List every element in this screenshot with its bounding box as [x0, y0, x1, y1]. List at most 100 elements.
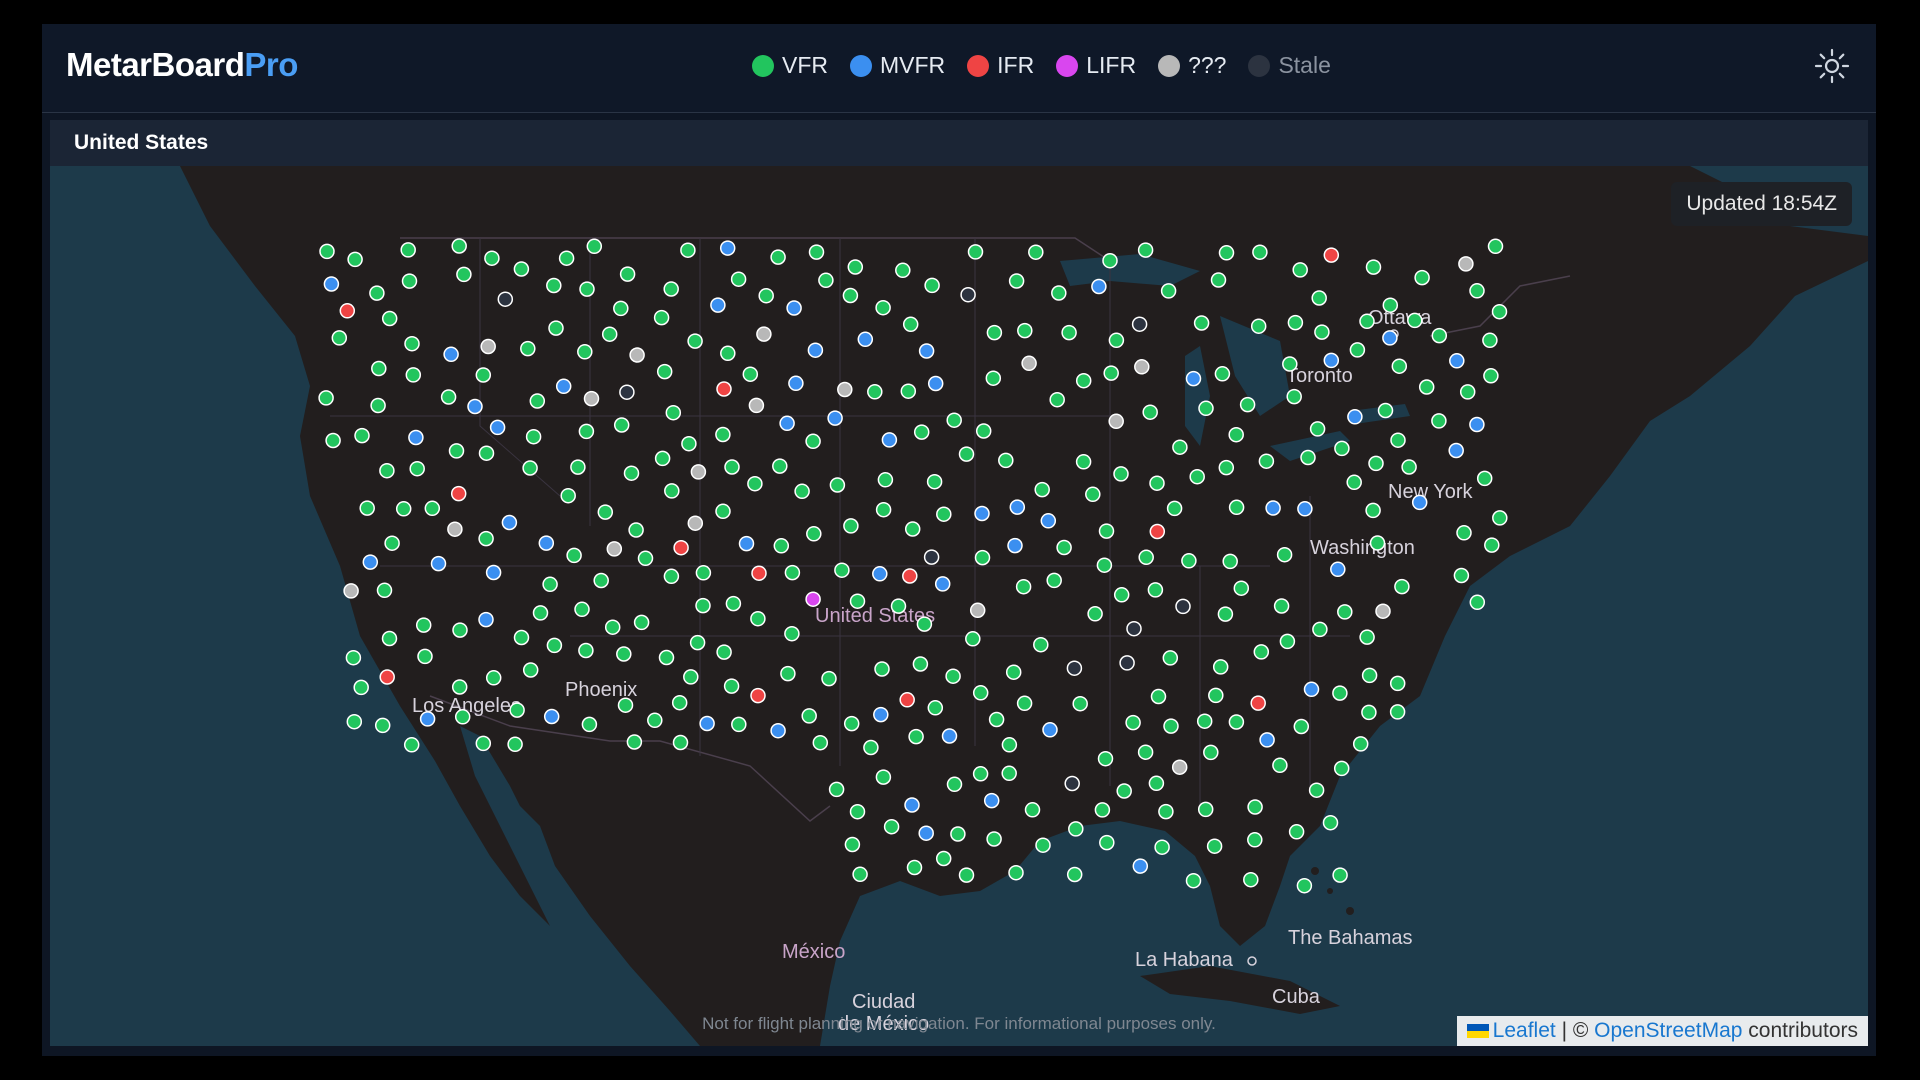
station-marker-vfr[interactable] — [1046, 572, 1062, 589]
map-view[interactable]: Ottawa Toronto New York Washington Unite… — [50, 166, 1868, 1046]
station-marker-vfr[interactable] — [331, 330, 348, 346]
station-marker-ifr[interactable] — [1323, 247, 1340, 263]
station-marker-vfr[interactable] — [1469, 594, 1486, 611]
station-marker-vfr[interactable] — [384, 535, 400, 551]
station-marker-vfr[interactable] — [1208, 687, 1224, 704]
station-marker-vfr[interactable] — [325, 432, 341, 449]
station-marker-vfr[interactable] — [404, 335, 420, 352]
station-marker-vfr[interactable] — [1407, 312, 1423, 329]
station-marker-vfr[interactable] — [828, 781, 845, 798]
station-marker-vfr[interactable] — [715, 503, 731, 520]
station-marker-vfr[interactable] — [695, 565, 712, 581]
station-marker-vfr[interactable] — [1198, 400, 1214, 417]
station-marker-vfr[interactable] — [986, 324, 1003, 341]
station-marker-vfr[interactable] — [1453, 567, 1470, 584]
station-marker-vfr[interactable] — [1252, 244, 1268, 260]
station-marker-vfr[interactable] — [1097, 750, 1114, 767]
station-marker-vfr[interactable] — [805, 433, 821, 450]
station-marker-stale[interactable] — [1126, 620, 1142, 637]
station-marker-vfr[interactable] — [794, 483, 810, 500]
station-marker-vfr[interactable] — [1389, 704, 1406, 720]
station-marker-vfr[interactable] — [1033, 636, 1049, 653]
station-marker-vfr[interactable] — [586, 238, 603, 255]
station-marker-vfr[interactable] — [1137, 744, 1154, 760]
station-marker-vfr[interactable] — [381, 630, 398, 647]
station-marker-vfr[interactable] — [548, 320, 564, 336]
station-marker-vfr[interactable] — [849, 803, 866, 820]
station-marker-vfr[interactable] — [1099, 834, 1115, 851]
station-marker-mvfr[interactable] — [555, 378, 572, 395]
station-marker-vfr[interactable] — [829, 477, 846, 493]
station-marker-ifr[interactable] — [716, 381, 732, 397]
station-marker-vfr[interactable] — [1418, 379, 1435, 395]
station-marker-mvfr[interactable] — [738, 535, 755, 552]
station-marker-mvfr[interactable] — [1042, 722, 1058, 738]
station-marker-vfr[interactable] — [936, 506, 952, 522]
station-marker-stale[interactable] — [1119, 655, 1135, 671]
station-marker-mvfr[interactable] — [362, 554, 379, 570]
station-marker-vfr[interactable] — [1149, 475, 1165, 491]
station-marker-vfr[interactable] — [1008, 273, 1025, 289]
station-marker-vfr[interactable] — [617, 697, 634, 713]
station-marker-vfr[interactable] — [1096, 557, 1113, 573]
station-marker-mvfr[interactable] — [1009, 499, 1026, 515]
station-marker-vfr[interactable] — [319, 243, 335, 260]
station-marker-vfr[interactable] — [1359, 629, 1375, 645]
station-marker-vfr[interactable] — [695, 597, 711, 614]
station-marker-vfr[interactable] — [613, 300, 629, 317]
station-marker-vfr[interactable] — [808, 244, 825, 260]
station-marker-vfr[interactable] — [1017, 322, 1033, 339]
station-marker-vfr[interactable] — [1196, 713, 1213, 729]
station-marker-vfr[interactable] — [1008, 864, 1024, 881]
station-marker-vfr[interactable] — [578, 423, 595, 440]
station-marker-vfr[interactable] — [1189, 468, 1205, 485]
station-marker-mvfr[interactable] — [1323, 352, 1340, 369]
station-marker-vfr[interactable] — [628, 522, 644, 538]
station-marker-vfr[interactable] — [1035, 837, 1051, 853]
station-marker-mvfr[interactable] — [485, 564, 502, 581]
station-marker-ifr[interactable] — [1149, 523, 1166, 540]
station-marker-vfr[interactable] — [440, 389, 457, 405]
station-marker-unknown[interactable] — [583, 390, 600, 407]
station-marker-vfr[interactable] — [926, 473, 943, 490]
station-marker-mvfr[interactable] — [807, 342, 824, 358]
station-marker-vfr[interactable] — [1394, 578, 1410, 595]
station-marker-vfr[interactable] — [1389, 675, 1406, 692]
station-marker-vfr[interactable] — [801, 708, 817, 724]
station-marker-vfr[interactable] — [1243, 871, 1259, 888]
station-marker-vfr[interactable] — [566, 547, 582, 564]
station-marker-stale[interactable] — [960, 286, 976, 303]
station-marker-vfr[interactable] — [1051, 285, 1067, 301]
station-marker-ifr[interactable] — [379, 669, 395, 685]
station-marker-vfr[interactable] — [574, 601, 590, 618]
station-marker-ifr[interactable] — [673, 539, 689, 556]
station-marker-vfr[interactable] — [877, 472, 894, 488]
station-marker-vfr[interactable] — [1456, 525, 1472, 541]
station-marker-vfr[interactable] — [1322, 814, 1339, 831]
station-marker-vfr[interactable] — [513, 261, 530, 277]
station-marker-vfr[interactable] — [417, 648, 433, 665]
station-marker-vfr[interactable] — [1459, 384, 1476, 400]
station-marker-vfr[interactable] — [578, 642, 594, 659]
station-marker-vfr[interactable] — [1296, 877, 1313, 894]
station-marker-vfr[interactable] — [1005, 664, 1022, 680]
station-marker-unknown[interactable] — [480, 338, 496, 355]
station-marker-mvfr[interactable] — [1411, 494, 1428, 511]
station-marker-vfr[interactable] — [664, 483, 680, 499]
station-marker-vfr[interactable] — [1377, 402, 1394, 419]
station-marker-vfr[interactable] — [1233, 580, 1250, 596]
station-marker-vfr[interactable] — [409, 460, 425, 477]
station-marker-vfr[interactable] — [347, 251, 363, 268]
station-marker-vfr[interactable] — [1142, 404, 1158, 420]
station-marker-vfr[interactable] — [875, 769, 892, 785]
station-marker-unknown[interactable] — [343, 583, 359, 599]
station-marker-mvfr[interactable] — [1297, 501, 1313, 517]
station-marker-vfr[interactable] — [723, 678, 740, 694]
station-marker-vfr[interactable] — [724, 459, 740, 475]
station-marker-vfr[interactable] — [370, 397, 386, 414]
station-marker-vfr[interactable] — [1282, 356, 1298, 372]
station-marker-vfr[interactable] — [1346, 474, 1362, 491]
station-marker-mvfr[interactable] — [443, 346, 459, 363]
station-marker-vfr[interactable] — [1228, 714, 1245, 730]
station-marker-vfr[interactable] — [725, 595, 742, 612]
